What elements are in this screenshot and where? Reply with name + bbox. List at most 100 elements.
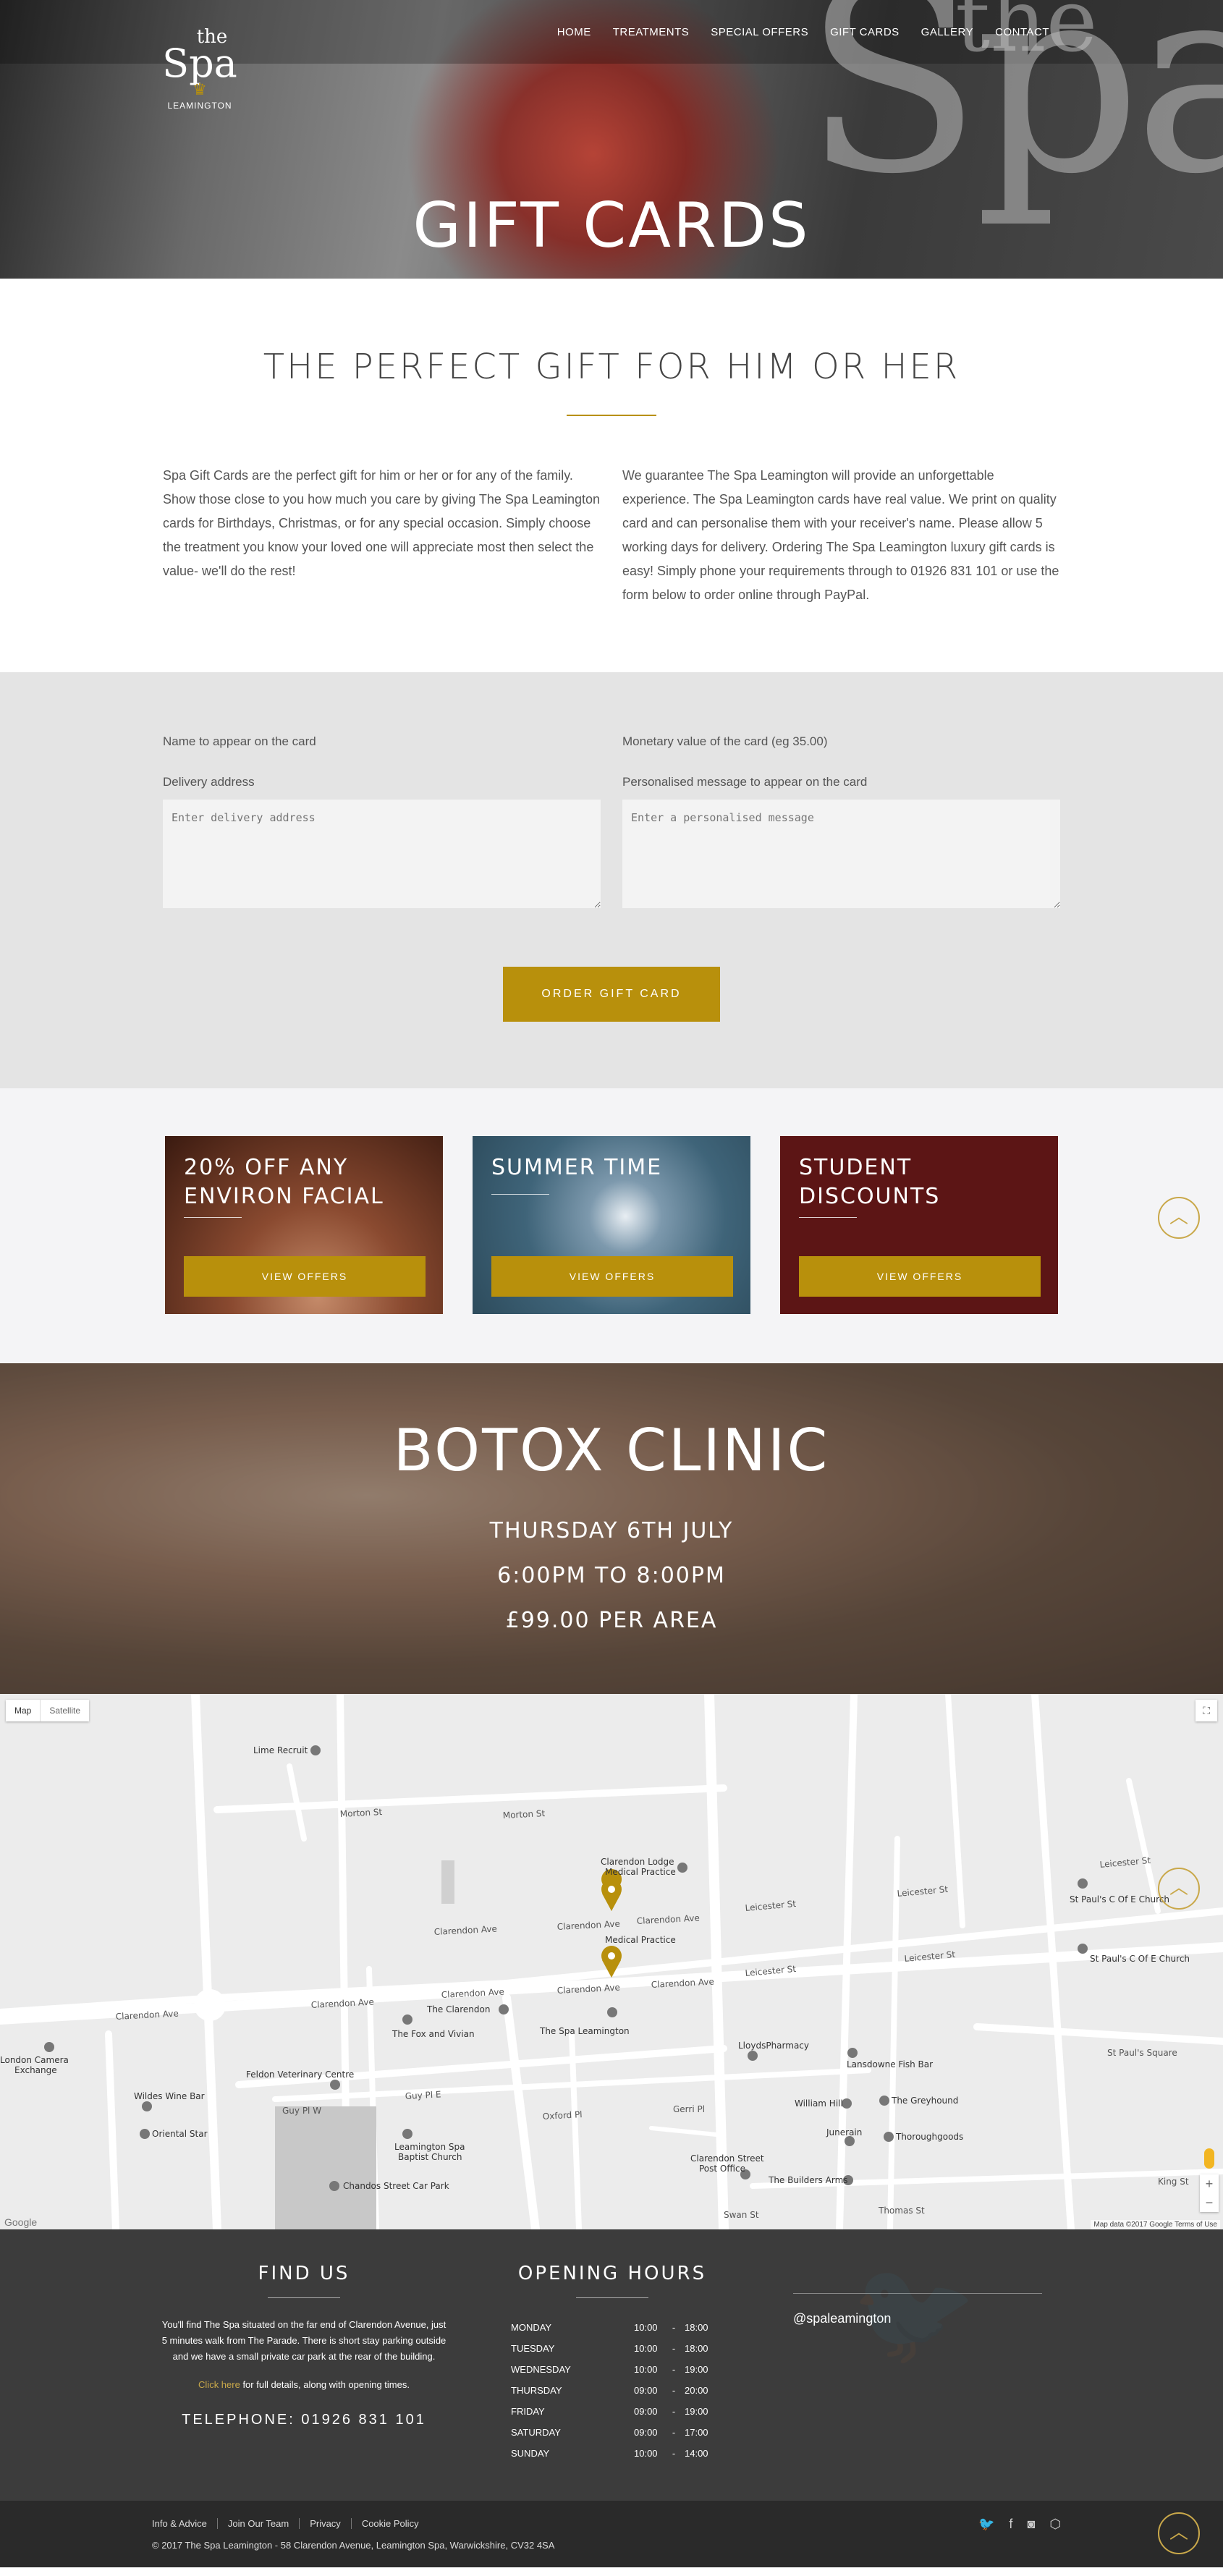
scroll-up-icon[interactable]: ︿ bbox=[1158, 1868, 1200, 1910]
telephone[interactable]: TELEPHONE: 01926 831 101 bbox=[159, 2412, 449, 2428]
hours-row: SATURDAY 09:00 -17:00 bbox=[511, 2422, 714, 2443]
personal-message-input[interactable] bbox=[622, 800, 1060, 908]
offer-card-students[interactable]: STUDENT DISCOUNTS VIEW OFFERS bbox=[780, 1136, 1058, 1314]
offer-title: 20% OFF ANY ENVIRON FACIAL bbox=[184, 1155, 384, 1209]
hours-row: FRIDAY 09:00 -19:00 bbox=[511, 2401, 714, 2422]
delivery-address-input[interactable] bbox=[163, 800, 601, 908]
facebook-icon[interactable]: f bbox=[1009, 2517, 1012, 2532]
find-us-heading: FIND US bbox=[258, 2263, 350, 2284]
svg-text:Gerri Pl: Gerri Pl bbox=[673, 2104, 705, 2114]
social-icons: 🐦 f ◙ ⬡ bbox=[978, 2517, 1061, 2532]
view-offers-button[interactable]: VIEW OFFERS bbox=[184, 1256, 426, 1297]
map-tab[interactable]: Map bbox=[6, 1700, 40, 1721]
map-type-toggle: Map Satellite bbox=[6, 1700, 90, 1721]
hours-row: SUNDAY 10:00 -14:00 bbox=[511, 2443, 714, 2464]
svg-text:Guy Pl E: Guy Pl E bbox=[405, 2089, 441, 2101]
svg-text:Lime Recruit: Lime Recruit bbox=[253, 1745, 308, 1755]
copyright: © 2017 The Spa Leamington - 58 Clarendon… bbox=[152, 2540, 555, 2551]
hours-close: 14:00 bbox=[685, 2448, 708, 2459]
nav-special-offers[interactable]: SPECIAL OFFERS bbox=[711, 26, 808, 38]
foursquare-icon[interactable]: ⬡ bbox=[1049, 2517, 1061, 2532]
svg-text:The Clarendon: The Clarendon bbox=[426, 2004, 490, 2014]
street-view-pegman-icon[interactable] bbox=[1204, 2148, 1214, 2169]
footer: FIND US You'll find The Spa situated on … bbox=[0, 2229, 1223, 2501]
offer-divider bbox=[491, 1194, 549, 1195]
svg-text:London Camera: London Camera bbox=[0, 2055, 69, 2065]
hero-banner: the Spa the Spa ♛ LEAMINGTON HOME TREATM… bbox=[0, 0, 1223, 279]
order-gift-card-button[interactable]: ORDER GIFT CARD bbox=[503, 967, 720, 1022]
value-field-label[interactable]: Monetary value of the card (eg 35.00) bbox=[622, 734, 1060, 749]
botox-date: THURSDAY 6TH JULY bbox=[489, 1518, 734, 1543]
offer-title: SUMMER TIME bbox=[491, 1155, 663, 1180]
scroll-up-icon[interactable]: ︿ bbox=[1158, 2512, 1200, 2554]
nav-home[interactable]: HOME bbox=[557, 26, 591, 38]
opening-hours-column: OPENING HOURS MONDAY 10:00 - 18:00 TUESDAY 10… bbox=[511, 2263, 714, 2464]
offer-card-facial[interactable]: 20% OFF ANY ENVIRON FACIAL VIEW OFFERS bbox=[165, 1136, 443, 1314]
twitter-icon[interactable]: 🐦 bbox=[978, 2517, 994, 2532]
hours-open: 09:00 bbox=[634, 2385, 658, 2396]
svg-text:Wildes Wine Bar: Wildes Wine Bar bbox=[134, 2091, 205, 2101]
botox-title: BOTOX CLINIC bbox=[393, 1417, 830, 1484]
hours-row: TUESDAY 10:00 -18:00 bbox=[511, 2338, 714, 2359]
hours-open: 10:00 bbox=[634, 2322, 658, 2333]
svg-text:Leicester St: Leicester St bbox=[1099, 1855, 1151, 1870]
hours-close: 18:00 bbox=[685, 2343, 708, 2354]
hours-day: MONDAY bbox=[511, 2322, 552, 2333]
click-here-link[interactable]: Click here bbox=[198, 2379, 240, 2390]
hours-day: FRIDAY bbox=[511, 2406, 545, 2417]
svg-text:Morton St: Morton St bbox=[339, 1807, 382, 1819]
hours-close: 19:00 bbox=[685, 2406, 708, 2417]
cookie-policy-link[interactable]: Cookie Policy bbox=[350, 2518, 429, 2529]
google-logo: Google bbox=[4, 2216, 38, 2228]
map-canvas[interactable]: Morton St Morton St Clarendon Ave Claren… bbox=[0, 1694, 1223, 2229]
hours-open: 10:00 bbox=[634, 2364, 658, 2375]
hours-dash: - bbox=[672, 2427, 676, 2438]
instagram-icon[interactable]: ◙ bbox=[1027, 2517, 1035, 2532]
details-rest: for full details, along with opening tim… bbox=[240, 2379, 410, 2390]
name-field-label[interactable]: Name to appear on the card bbox=[163, 734, 601, 749]
zoom-out-button[interactable]: − bbox=[1200, 2193, 1219, 2212]
svg-text:Junerain: Junerain bbox=[826, 2127, 862, 2138]
view-offers-button[interactable]: VIEW OFFERS bbox=[799, 1256, 1041, 1297]
map-credit[interactable]: Map data ©2017 Google Terms of Use bbox=[1091, 2220, 1220, 2229]
hours-day: THURSDAY bbox=[511, 2385, 562, 2396]
svg-text:St Paul's C Of E Church: St Paul's C Of E Church bbox=[1070, 1894, 1169, 1905]
footer-divider bbox=[268, 2297, 340, 2298]
site-logo[interactable]: the Spa ♛ LEAMINGTON bbox=[162, 27, 237, 111]
offer-card-summer[interactable]: SUMMER TIME VIEW OFFERS bbox=[473, 1136, 750, 1314]
message-field-label: Personalised message to appear on the ca… bbox=[622, 775, 868, 789]
hours-row: WEDNESDAY 10:00 -19:00 bbox=[511, 2359, 714, 2380]
svg-text:The Fox and Vivian: The Fox and Vivian bbox=[392, 2029, 475, 2039]
svg-text:Clarendon Ave: Clarendon Ave bbox=[636, 1912, 700, 1926]
nav-treatments[interactable]: TREATMENTS bbox=[613, 26, 690, 38]
footer-divider bbox=[576, 2297, 648, 2298]
botox-time: 6:00PM TO 8:00PM bbox=[497, 1563, 726, 1588]
satellite-tab[interactable]: Satellite bbox=[40, 1700, 89, 1721]
view-offers-button[interactable]: VIEW OFFERS bbox=[491, 1256, 733, 1297]
hours-heading: OPENING HOURS bbox=[517, 2263, 707, 2284]
scroll-up-icon[interactable]: ︿ bbox=[1158, 1197, 1200, 1239]
privacy-link[interactable]: Privacy bbox=[299, 2518, 351, 2529]
info-advice-link[interactable]: Info & Advice bbox=[152, 2518, 217, 2529]
join-team-link[interactable]: Join Our Team bbox=[216, 2518, 299, 2529]
hours-dash: - bbox=[672, 2406, 676, 2417]
hours-open: 10:00 bbox=[634, 2448, 658, 2459]
svg-text:Medical Practice: Medical Practice bbox=[605, 1935, 676, 1945]
svg-text:Leamington Spa: Leamington Spa bbox=[394, 2142, 465, 2152]
svg-text:William Hill: William Hill bbox=[795, 2098, 843, 2109]
location-map[interactable]: Morton St Morton St Clarendon Ave Claren… bbox=[0, 1694, 1223, 2229]
fullscreen-icon[interactable]: ⛶ bbox=[1196, 1700, 1217, 1721]
hours-day: WEDNESDAY bbox=[511, 2364, 571, 2375]
nav-gallery[interactable]: GALLERY bbox=[921, 26, 973, 38]
nav-gift-cards[interactable]: GIFT CARDS bbox=[830, 26, 900, 38]
zoom-in-button[interactable]: + bbox=[1200, 2174, 1219, 2193]
svg-text:Thoroughgoods: Thoroughgoods bbox=[895, 2132, 963, 2142]
nav-contact[interactable]: CONTACT bbox=[995, 26, 1049, 38]
hours-open: 10:00 bbox=[634, 2343, 658, 2354]
svg-text:Thomas St: Thomas St bbox=[878, 2206, 925, 2216]
hours-close: 18:00 bbox=[685, 2322, 708, 2333]
offer-title: STUDENT DISCOUNTS bbox=[799, 1155, 941, 1209]
svg-text:Oxford Pl: Oxford Pl bbox=[542, 2109, 583, 2122]
offer-divider bbox=[799, 1217, 857, 1218]
hours-day: TUESDAY bbox=[511, 2343, 555, 2354]
